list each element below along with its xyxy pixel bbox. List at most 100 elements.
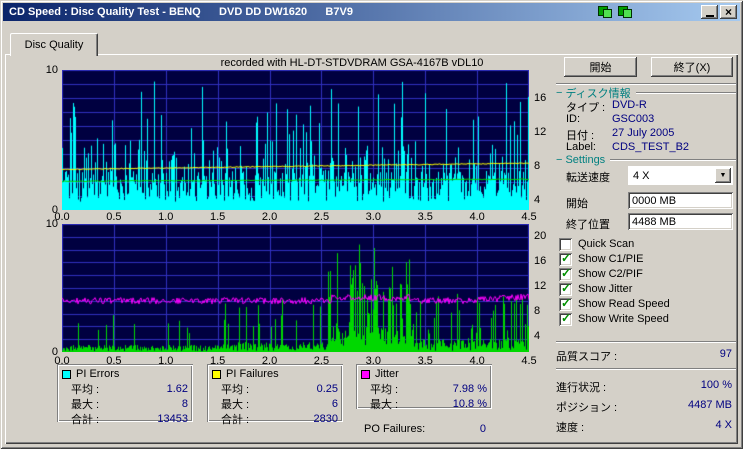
quality-score-label: 品質スコア : xyxy=(556,351,618,363)
pi-errors-chart-canvas xyxy=(62,70,529,210)
separator xyxy=(556,341,736,343)
axis-tick-label: 8 xyxy=(534,160,541,172)
disc-date-value: 27 July 2005 xyxy=(612,127,675,139)
pi-failures-legend: PI Failures xyxy=(212,367,338,381)
axis-tick-label: 1.0 xyxy=(158,211,174,223)
quality-score-value: 97 xyxy=(719,348,732,360)
stat-value: 6 xyxy=(331,397,338,410)
stats-title: PI Failures xyxy=(226,368,279,380)
axis-tick-label: 2.5 xyxy=(313,211,330,223)
settings-header-label: Settings xyxy=(565,154,606,166)
stat-label: 平均 : xyxy=(370,383,399,396)
end-position-label: 終了位置 xyxy=(566,219,610,231)
po-failures-label: PO Failures: xyxy=(364,423,426,435)
axis-tick-label: 0.5 xyxy=(106,355,122,367)
checkbox-box[interactable]: ✓ xyxy=(559,296,572,311)
pi-errors-stats-box: PI Errors 平均 : 1.62 最大 : 8 合計 : 13453 xyxy=(57,364,193,426)
separator xyxy=(556,368,736,370)
position-label: ポジション : xyxy=(556,402,618,414)
axis-tick-label: 12 xyxy=(534,280,547,292)
disc-info-header: − ディスク情報 xyxy=(556,87,736,100)
axis-tick-label: 10 xyxy=(45,64,58,76)
minimize-button[interactable] xyxy=(701,5,718,19)
progress-label: 進行状況 : xyxy=(556,382,607,394)
pi-failures-swatch-icon xyxy=(212,369,221,379)
axis-tick-label: 0.5 xyxy=(106,211,122,223)
checkbox-label: Show Write Speed xyxy=(578,313,669,325)
start-position-label: 開始 xyxy=(566,198,588,210)
speed-row: 速度 : 4 X xyxy=(556,419,734,434)
stat-label: 合計 : xyxy=(71,413,100,426)
axis-tick-label: 2.5 xyxy=(313,355,330,367)
speed-select-value: 4 X xyxy=(633,169,650,182)
speed-select[interactable]: 4 X ▼ xyxy=(628,166,733,185)
jitter-stats-box: Jitter 平均 : 7.98 % 最大 : 10.8 % xyxy=(356,364,492,411)
copy-graph-icon[interactable] xyxy=(597,5,613,19)
axis-tick-label: 2.0 xyxy=(261,355,278,367)
checkbox-label: Show C2/PIF xyxy=(578,268,643,280)
speed-value: 4 X xyxy=(715,419,732,431)
position-row: ポジション : 4487 MB xyxy=(556,399,734,414)
checkbox-box[interactable]: ✓ xyxy=(559,237,572,251)
stat-value: 1.62 xyxy=(166,382,188,395)
pi-failures-stats-box: PI Failures 平均 : 0.25 最大 : 6 合計 : 2830 xyxy=(207,364,343,426)
tab-disc-quality[interactable]: Disc Quality xyxy=(10,33,98,56)
titlebar[interactable]: CD Speed : Disc Quality Test - BENQ DVD … xyxy=(3,3,740,21)
start-position-input[interactable] xyxy=(628,192,733,209)
stat-value: 7.98 % xyxy=(452,382,487,395)
axis-tick-label: 0 xyxy=(51,204,58,216)
tab-label: Disc Quality xyxy=(24,39,84,51)
header-rule xyxy=(610,159,736,161)
checkbox-quick-scan[interactable]: ✓ Quick Scan xyxy=(559,237,634,251)
stats-title: Jitter xyxy=(375,368,399,380)
axis-tick-label: 0 xyxy=(51,346,58,358)
axis-tick-label: 4 xyxy=(534,194,541,206)
checkbox-box[interactable]: ✓ xyxy=(559,281,572,296)
axis-tick-label: 3.0 xyxy=(365,211,381,223)
dropdown-arrow-icon[interactable]: ▼ xyxy=(715,168,731,183)
disc-id-label: ID: xyxy=(566,113,581,125)
stat-value: 2830 xyxy=(313,412,338,425)
axis-tick-label: 4.5 xyxy=(521,355,537,367)
collapse-icon: − xyxy=(556,87,563,99)
checkbox-show-read-speed[interactable]: ✓ Show Read Speed xyxy=(559,296,670,311)
save-graph-icon[interactable] xyxy=(617,5,633,19)
jitter-swatch-icon xyxy=(361,369,370,379)
pi-errors-legend: PI Errors xyxy=(62,367,188,381)
progress-value: 100 % xyxy=(700,379,732,391)
minimize-icon xyxy=(705,15,714,17)
check-icon: ✓ xyxy=(561,265,572,280)
checkbox-show-c1-pie[interactable]: ✓ Show C1/PIE xyxy=(559,251,643,266)
axis-tick-label: 4.5 xyxy=(521,211,537,223)
po-failures-value: 0 xyxy=(479,423,486,435)
axis-tick-label: 8 xyxy=(534,305,541,317)
checkbox-show-jitter[interactable]: ✓ Show Jitter xyxy=(559,281,633,296)
header-rule xyxy=(635,92,736,94)
end-position-input[interactable] xyxy=(628,213,733,230)
checkbox-box[interactable]: ✓ xyxy=(559,265,572,281)
axis-tick-label: 1.5 xyxy=(210,355,226,367)
checkbox-label: Show Jitter xyxy=(578,283,633,295)
axis-tick-label: 4 xyxy=(534,330,541,342)
close-icon: × xyxy=(724,5,732,19)
disc-id-value: GSC003 xyxy=(612,113,655,125)
exit-button[interactable]: 終了(X) xyxy=(651,57,733,77)
check-icon: ✓ xyxy=(561,310,572,325)
axis-tick-label: 2.0 xyxy=(261,211,278,223)
start-button[interactable]: 開始 xyxy=(564,57,637,77)
collapse-icon: − xyxy=(556,154,563,166)
position-value: 4487 MB xyxy=(687,399,732,411)
disc-label-value: CDS_TEST_B2 xyxy=(612,141,690,153)
pi-errors-swatch-icon xyxy=(62,369,71,379)
checkbox-box[interactable]: ✓ xyxy=(559,310,572,326)
axis-tick-label: 4.0 xyxy=(469,211,485,223)
checkbox-show-write-speed[interactable]: ✓ Show Write Speed xyxy=(559,310,669,326)
disc-type-value: DVD-R xyxy=(612,99,647,111)
axis-tick-label: 3.0 xyxy=(365,355,381,367)
axis-tick-label: 16 xyxy=(534,92,547,104)
stat-value: 10.8 % xyxy=(452,397,487,410)
stat-label: 最大 : xyxy=(370,398,399,411)
checkbox-box[interactable]: ✓ xyxy=(559,251,572,266)
checkbox-show-c2-pif[interactable]: ✓ Show C2/PIF xyxy=(559,265,643,281)
close-button[interactable]: × xyxy=(720,5,737,19)
